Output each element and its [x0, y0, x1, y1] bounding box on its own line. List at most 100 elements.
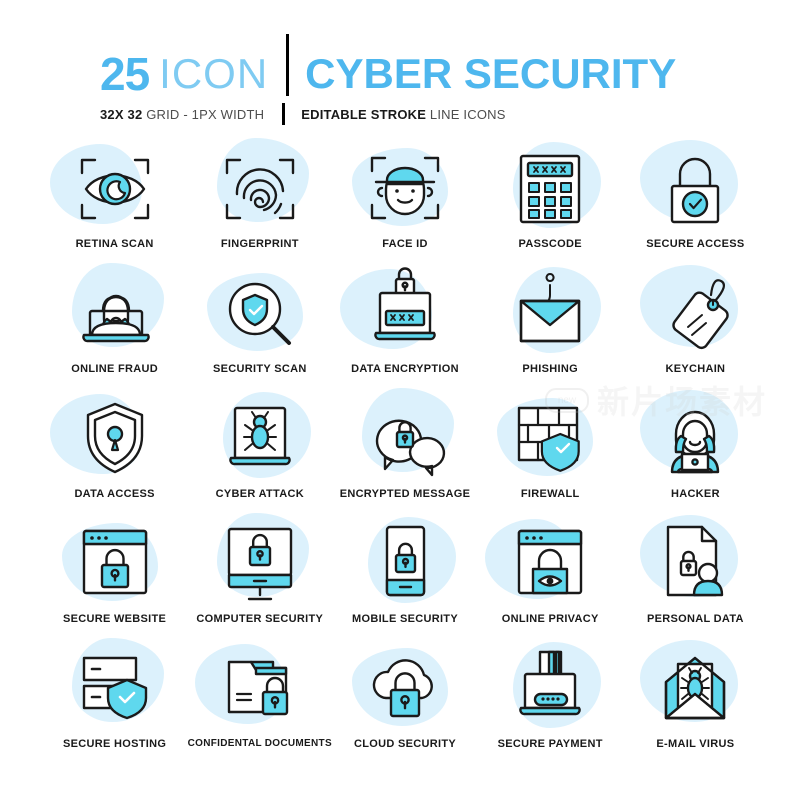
stroke-spec-bold: EDITABLE STROKE [301, 106, 427, 122]
icon-cell-computer-security[interactable]: COMPUTER SECURITY [187, 513, 332, 642]
icon-art-online-fraud [56, 263, 174, 359]
icon-label: PERSONAL DATA [646, 613, 744, 625]
icon-cell-mobile-security[interactable]: MOBILE SECURITY [332, 517, 477, 642]
icon-label: CYBER ATTACK [215, 488, 304, 500]
icon-art-online-privacy [485, 517, 609, 609]
icon-label: DATA ENCRYPTION [351, 363, 459, 375]
icon-art-secure-hosting [56, 638, 174, 734]
icon-cell-secure-website[interactable]: SECURE WEBSITE [42, 517, 187, 642]
icon-cell-security-scan[interactable]: SECURITY SCAN [187, 267, 332, 392]
icon-word: ICON [159, 50, 269, 97]
open-envelope-bug-icon [636, 642, 754, 734]
browser-lock-eye-icon [491, 517, 609, 609]
icon-art-computer-security [201, 513, 319, 609]
icon-label: DATA ACCESS [74, 488, 155, 500]
passcode-keypad-icon [491, 142, 609, 234]
icon-count: 25 [100, 48, 150, 100]
stroke-spec: EDITABLE STROKE LINE ICONS [301, 107, 505, 122]
icon-cell-e-mail-virus[interactable]: E-MAIL VIRUS [623, 640, 768, 767]
icon-label: CONFIDENTAL DOCUMENTS [187, 738, 332, 749]
folder-lock-icon [201, 642, 319, 734]
icon-label: SECURITY SCAN [213, 363, 307, 375]
icon-art-data-access [49, 392, 174, 484]
envelope-hook-icon [491, 267, 609, 359]
icon-art-encrypted-message [346, 388, 464, 484]
header-divider [286, 34, 290, 96]
laptop-password-lock-icon [346, 267, 464, 359]
laptop-bug-icon [201, 392, 319, 484]
icon-label: PASSCODE [518, 238, 582, 250]
page-header: 25 ICON CYBER SECURITY 32X 32 GRID - 1PX… [100, 34, 720, 132]
icon-label: SECURE HOSTING [62, 738, 167, 750]
icon-art-secure-payment [491, 642, 609, 734]
icon-label: CLOUD SECURITY [354, 738, 456, 750]
icon-cell-face-id[interactable]: FACE ID [332, 142, 477, 267]
icon-cell-online-privacy[interactable]: ONLINE PRIVACY [478, 517, 623, 642]
icon-label: COMPUTER SECURITY [196, 613, 324, 625]
icon-cell-data-encryption[interactable]: DATA ENCRYPTION [332, 267, 477, 392]
monitor-lock-icon [201, 517, 319, 609]
icon-art-data-encryption [339, 267, 464, 359]
icon-art-secure-access [636, 140, 754, 234]
shield-keyhole-icon [56, 392, 174, 484]
icon-label: SECURE WEBSITE [62, 613, 167, 625]
card-reader-icon [491, 642, 609, 734]
icon-cell-cyber-attack[interactable]: CYBER ATTACK [187, 392, 332, 517]
key-tag-icon [636, 267, 754, 359]
icon-label: SECURE PAYMENT [497, 738, 603, 750]
icon-label: FACE ID [382, 238, 428, 250]
icon-cell-firewall[interactable]: FIREWALL [478, 392, 623, 517]
icon-label: ONLINE PRIVACY [501, 613, 599, 625]
icon-cell-hacker[interactable]: HACKER [623, 390, 768, 517]
icon-cell-data-access[interactable]: DATA ACCESS [42, 392, 187, 517]
icon-label: RETINA SCAN [75, 238, 154, 250]
icon-cell-secure-access[interactable]: SECURE ACCESS [623, 140, 768, 267]
icon-art-personal-data [636, 515, 754, 609]
header-title-row: 25 ICON CYBER SECURITY [100, 34, 720, 100]
icon-cell-confidental-documents[interactable]: CONFIDENTAL DOCUMENTS [187, 642, 332, 767]
grid-spec: 32X 32 GRID - 1PX WIDTH [100, 107, 264, 122]
icon-label: FINGERPRINT [220, 238, 299, 250]
icon-art-e-mail-virus [636, 640, 754, 734]
page-title: CYBER SECURITY [305, 50, 677, 97]
server-shield-icon [56, 642, 174, 734]
grid-spec-bold: 32X 32 [100, 106, 143, 122]
brick-wall-shield-icon [491, 392, 609, 484]
icon-art-cloud-security [346, 642, 464, 734]
icon-cell-retina-scan[interactable]: RETINA SCAN [42, 142, 187, 267]
icon-art-firewall [491, 392, 609, 484]
browser-lock-icon [56, 517, 174, 609]
icon-label: FIREWALL [520, 488, 580, 500]
icon-label: HACKER [670, 488, 720, 500]
stroke-spec-light: LINE ICONS [429, 106, 506, 122]
grid-spec-light: GRID - 1PX WIDTH [146, 106, 265, 122]
icon-cell-fingerprint[interactable]: FINGERPRINT [187, 138, 332, 267]
icon-art-security-scan [201, 267, 319, 359]
icon-cell-online-fraud[interactable]: ONLINE FRAUD [42, 263, 187, 392]
icon-cell-phishing[interactable]: PHISHING [478, 267, 623, 392]
icon-cell-passcode[interactable]: PASSCODE [478, 142, 623, 267]
icon-art-keychain [636, 265, 754, 359]
icon-label: SECURE ACCESS [646, 238, 745, 250]
cloud-lock-icon [346, 642, 464, 734]
icon-art-secure-website [56, 517, 174, 609]
magnifier-shield-icon [201, 267, 319, 359]
icon-cell-secure-hosting[interactable]: SECURE HOSTING [42, 638, 187, 767]
icon-art-phishing [491, 267, 609, 359]
fingerprint-icon [201, 142, 319, 234]
header-subtitle-row: 32X 32 GRID - 1PX WIDTH EDITABLE STROKE … [100, 103, 720, 125]
icon-cell-keychain[interactable]: KEYCHAIN [623, 265, 768, 392]
icon-label: ONLINE FRAUD [71, 363, 158, 375]
icon-label: KEYCHAIN [665, 363, 726, 375]
laptop-person-icon [56, 267, 174, 359]
icon-cell-encrypted-message[interactable]: ENCRYPTED MESSAGE [332, 388, 477, 517]
icon-label: ENCRYPTED MESSAGE [339, 488, 471, 500]
icon-label: PHISHING [522, 363, 578, 375]
phone-lock-icon [346, 517, 464, 609]
subtitle-divider [282, 103, 286, 125]
icon-cell-cloud-security[interactable]: CLOUD SECURITY [332, 642, 477, 767]
face-id-icon [346, 142, 464, 234]
icon-cell-secure-payment[interactable]: SECURE PAYMENT [478, 642, 623, 767]
icon-art-fingerprint [201, 138, 319, 234]
icon-cell-personal-data[interactable]: PERSONAL DATA [623, 515, 768, 642]
